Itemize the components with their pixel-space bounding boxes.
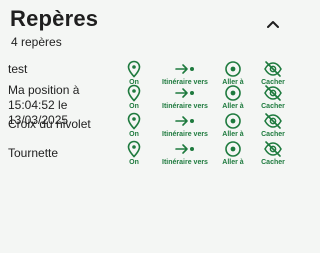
- marker-name: Croix du nivolet: [8, 117, 91, 131]
- itinerary-label: Itinéraire vers: [162, 131, 208, 138]
- on-label: On: [129, 159, 139, 166]
- hide-label: Cacher: [261, 103, 285, 110]
- hide-button[interactable]: Cacher: [258, 140, 288, 170]
- itinerary-label: Itinéraire vers: [162, 159, 208, 166]
- goto-button[interactable]: Aller à: [218, 140, 248, 170]
- route-to-icon: [175, 64, 194, 74]
- markers-panel: Repères 4 repères test On Itinéraire ver…: [0, 0, 300, 253]
- eye-off-icon: [264, 85, 282, 101]
- goto-label: Aller à: [222, 131, 244, 138]
- itinerary-button[interactable]: Itinéraire vers: [158, 112, 212, 142]
- itinerary-label: Itinéraire vers: [162, 103, 208, 110]
- hide-button[interactable]: Cacher: [258, 112, 288, 142]
- marker-on-button[interactable]: On: [124, 84, 144, 114]
- map-pin-icon: [127, 84, 141, 102]
- hide-button[interactable]: Cacher: [258, 84, 288, 114]
- map-pin-icon: [127, 140, 141, 158]
- hide-label: Cacher: [261, 159, 285, 166]
- map-pin-icon: [127, 112, 141, 130]
- itinerary-button[interactable]: Itinéraire vers: [158, 140, 212, 170]
- markers-count: 4 repères: [11, 35, 62, 49]
- marker-row: Tournette On Itinéraire vers Aller à Cac…: [0, 140, 300, 170]
- marker-row: Ma position à 15:04:52 le 13/03/2025 On …: [0, 83, 300, 127]
- route-to-icon: [175, 144, 194, 154]
- marker-row: Croix du nivolet On Itinéraire vers Alle…: [0, 112, 300, 142]
- hide-label: Cacher: [261, 131, 285, 138]
- target-icon: [225, 113, 241, 129]
- route-to-icon: [175, 116, 194, 126]
- route-to-icon: [175, 88, 194, 98]
- target-icon: [225, 141, 241, 157]
- target-icon: [225, 85, 241, 101]
- chevron-up-icon: [267, 21, 279, 28]
- goto-label: Aller à: [222, 103, 244, 110]
- map-pin-icon: [127, 60, 141, 78]
- goto-button[interactable]: Aller à: [218, 112, 248, 142]
- eye-off-icon: [264, 61, 282, 77]
- goto-label: Aller à: [222, 159, 244, 166]
- marker-name: test: [8, 62, 28, 76]
- marker-name: Tournette: [8, 146, 59, 160]
- on-label: On: [129, 131, 139, 138]
- marker-on-button[interactable]: On: [124, 112, 144, 142]
- eye-off-icon: [264, 113, 282, 129]
- goto-button[interactable]: Aller à: [218, 84, 248, 114]
- eye-off-icon: [264, 141, 282, 157]
- marker-on-button[interactable]: On: [124, 140, 144, 170]
- target-icon: [225, 61, 241, 77]
- collapse-button[interactable]: [263, 14, 283, 34]
- on-label: On: [129, 103, 139, 110]
- itinerary-button[interactable]: Itinéraire vers: [158, 84, 212, 114]
- panel-title: Repères: [10, 6, 99, 31]
